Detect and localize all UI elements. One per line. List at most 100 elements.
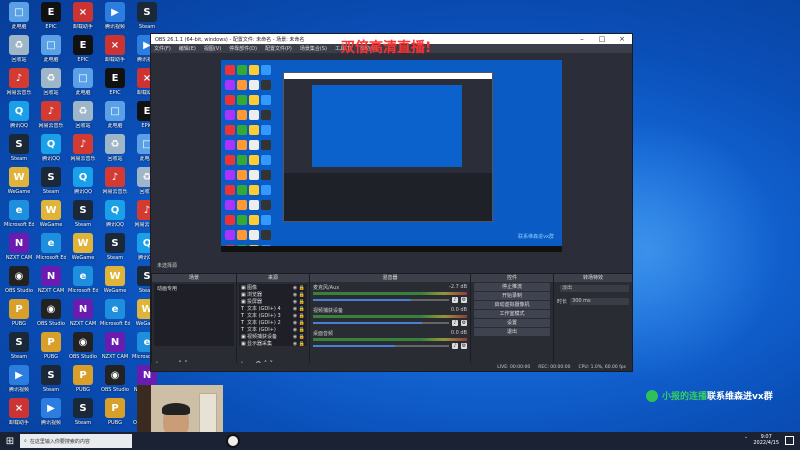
- studio-mode-button[interactable]: 工作室模式: [474, 310, 550, 318]
- desktop-icon[interactable]: □ 此电脑: [36, 35, 66, 63]
- desktop-icon[interactable]: □ 此电脑: [100, 101, 130, 129]
- menu-file[interactable]: 文件(F): [154, 45, 171, 52]
- volume-slider[interactable]: ♪ ⚙: [313, 343, 467, 349]
- desktop-icon[interactable]: Q 腾讯QQ: [36, 134, 66, 162]
- desktop-icon[interactable]: ♪ 网易云音乐: [36, 101, 66, 129]
- desktop-icon[interactable]: W WeGame: [4, 167, 34, 195]
- start-recording-button[interactable]: 开始录制: [474, 292, 550, 300]
- volume-slider[interactable]: ♪ ⚙: [313, 320, 467, 326]
- desktop-icon[interactable]: S Steam: [36, 365, 66, 393]
- desktop-icon[interactable]: S Steam: [100, 233, 130, 261]
- notification-icon[interactable]: [785, 435, 794, 445]
- maximize-icon[interactable]: □: [592, 35, 612, 43]
- volume-slider[interactable]: ♪ ⚙: [313, 297, 467, 303]
- desktop-icon[interactable]: ▶ 腾讯视频: [36, 398, 66, 426]
- gear-icon[interactable]: ⚙: [461, 320, 467, 326]
- desktop-icon[interactable]: N NZXT CAM: [100, 332, 130, 360]
- source-item[interactable]: ▣ 浏览器 ◉ 🔒: [239, 291, 307, 299]
- obs-window[interactable]: OBS 26.1.1 (64-bit, windows) - 配置文件: 未命名…: [150, 33, 633, 372]
- desktop-icon[interactable]: W WeGame: [68, 233, 98, 261]
- sources-list[interactable]: ▣ 图像 ◉ 🔒 ▣ 浏览器 ◉ 🔒 ▣ 投屏器 ◉ 🔒 T 文本 (GDI+) 4 ◉ 🔒 T 文本 (…: [239, 284, 307, 346]
- eye-icon[interactable]: ◉ 🔒: [293, 299, 305, 305]
- eye-icon[interactable]: ◉ 🔒: [293, 292, 305, 298]
- desktop-icon[interactable]: ▶ 腾讯视频: [100, 2, 130, 30]
- desktop-icon[interactable]: Q 腾讯QQ: [100, 200, 130, 228]
- menu-profile[interactable]: 配置文件(P): [265, 45, 292, 52]
- speaker-icon[interactable]: ♪: [452, 320, 458, 326]
- desktop-icon[interactable]: e Microsoft Edge: [4, 200, 34, 228]
- desktop-icon[interactable]: ♪ 网易云音乐: [68, 134, 98, 162]
- desktop-icon[interactable]: Q 腾讯QQ: [4, 101, 34, 129]
- desktop-icon[interactable]: E EPIC: [36, 2, 66, 30]
- source-item[interactable]: T 文本 (GDI+) 4 ◉ 🔒: [239, 305, 307, 313]
- eye-icon[interactable]: ◉ 🔒: [293, 285, 305, 291]
- desktop-icon[interactable]: P PUBG: [68, 365, 98, 393]
- eye-icon[interactable]: ◉ 🔒: [293, 320, 305, 326]
- desktop-icon[interactable]: P PUBG: [100, 398, 130, 426]
- desktop-icon[interactable]: P PUBG: [4, 299, 34, 327]
- desktop-icon[interactable]: E EPIC: [100, 68, 130, 96]
- desktop-icon[interactable]: ♻ 回收站: [36, 68, 66, 96]
- desktop-icon[interactable]: ◉ OBS Studio: [36, 299, 66, 327]
- desktop-icon[interactable]: ♻ 回收站: [4, 35, 34, 63]
- transition-select[interactable]: 淡出: [554, 282, 632, 295]
- desktop-icon[interactable]: S Steam: [68, 398, 98, 426]
- desktop-icon[interactable]: ♪ 网易云音乐: [100, 167, 130, 195]
- desktop-icon[interactable]: P PUBG: [36, 332, 66, 360]
- source-item[interactable]: ▣ 投屏器 ◉ 🔒: [239, 298, 307, 306]
- desktop-icon[interactable]: ▶ 腾讯视频: [4, 365, 34, 393]
- desktop-icon[interactable]: W WeGame: [100, 266, 130, 294]
- exit-button[interactable]: 退出: [474, 328, 550, 336]
- desktop-icon[interactable]: E EPIC: [68, 35, 98, 63]
- desktop-icon[interactable]: × 卸载助手: [4, 398, 34, 426]
- menu-scene-collection[interactable]: 场景集合(S): [300, 45, 327, 52]
- close-icon[interactable]: ×: [612, 35, 632, 43]
- desktop-icon[interactable]: ◉ OBS Studio: [100, 365, 130, 393]
- source-item[interactable]: T 文本 (GDI+) ◉ 🔒: [239, 326, 307, 334]
- scenes-list[interactable]: 动画专用: [154, 284, 234, 346]
- desktop-icon[interactable]: S Steam: [36, 167, 66, 195]
- settings-button[interactable]: 设置: [474, 319, 550, 327]
- minimize-icon[interactable]: –: [572, 35, 592, 43]
- eye-icon[interactable]: ◉ 🔒: [293, 306, 305, 312]
- desktop-icon[interactable]: ♻ 回收站: [68, 101, 98, 129]
- duration-input[interactable]: 300 ms: [570, 298, 629, 305]
- transition-name[interactable]: 淡出: [560, 285, 629, 292]
- desktop-icon[interactable]: Q 腾讯QQ: [68, 167, 98, 195]
- desktop-icon[interactable]: S Steam: [132, 2, 162, 30]
- source-item[interactable]: ▣ 图像 ◉ 🔒: [239, 284, 307, 292]
- obs-preview-canvas[interactable]: 联系维森进vx群: [221, 60, 562, 252]
- desktop-icon[interactable]: N NZXT CAM: [4, 233, 34, 261]
- desktop-icon[interactable]: S Steam: [4, 332, 34, 360]
- menu-docks[interactable]: 停靠部件(D): [229, 45, 257, 52]
- start-virtual-camera-button[interactable]: 启动虚拟摄像机: [474, 301, 550, 309]
- desktop-icon[interactable]: e Microsoft Edge: [100, 299, 130, 327]
- speaker-icon[interactable]: ♪: [452, 297, 458, 303]
- scene-item[interactable]: 动画专用: [154, 284, 234, 293]
- source-item[interactable]: T 文本 (GDI+) 2 ◉ 🔒: [239, 319, 307, 327]
- desktop-icon[interactable]: S Steam: [68, 200, 98, 228]
- obs-taskbar-icon[interactable]: [226, 434, 240, 448]
- eye-icon[interactable]: ◉ 🔒: [293, 341, 305, 347]
- eye-icon[interactable]: ◉ 🔒: [293, 313, 305, 319]
- desktop-icon[interactable]: × 卸载助手: [68, 2, 98, 30]
- source-item[interactable]: ▣ 显示器采集 ◉ 🔒: [239, 340, 307, 347]
- menu-edit[interactable]: 编辑(E): [179, 45, 196, 52]
- clock[interactable]: 9:07 2022/4/15: [753, 434, 779, 446]
- stop-streaming-button[interactable]: 停止推流: [474, 283, 550, 291]
- desktop-icon[interactable]: S Steam: [4, 134, 34, 162]
- speaker-icon[interactable]: ♪: [452, 343, 458, 349]
- desktop-icon[interactable]: e Microsoft Edge: [68, 266, 98, 294]
- desktop-icon[interactable]: ◉ OBS Studio: [4, 266, 34, 294]
- gear-icon[interactable]: ⚙: [461, 343, 467, 349]
- desktop-icon[interactable]: W WeGame: [36, 200, 66, 228]
- source-item[interactable]: T 文本 (GDI+) 3 ◉ 🔒: [239, 312, 307, 320]
- desktop-icon[interactable]: N NZXT CAM: [36, 266, 66, 294]
- desktop-icon[interactable]: × 卸载助手: [100, 35, 130, 63]
- desktop-icon[interactable]: □ 此电脑: [68, 68, 98, 96]
- desktop-icon[interactable]: e Microsoft Edge: [36, 233, 66, 261]
- taskbar-search[interactable]: ⌕ 在这里输入你要搜索的内容: [20, 434, 132, 448]
- source-item[interactable]: ▣ 视频捕获设备 ◉ 🔒: [239, 333, 307, 341]
- eye-icon[interactable]: ◉ 🔒: [293, 327, 305, 333]
- eye-icon[interactable]: ◉ 🔒: [293, 334, 305, 340]
